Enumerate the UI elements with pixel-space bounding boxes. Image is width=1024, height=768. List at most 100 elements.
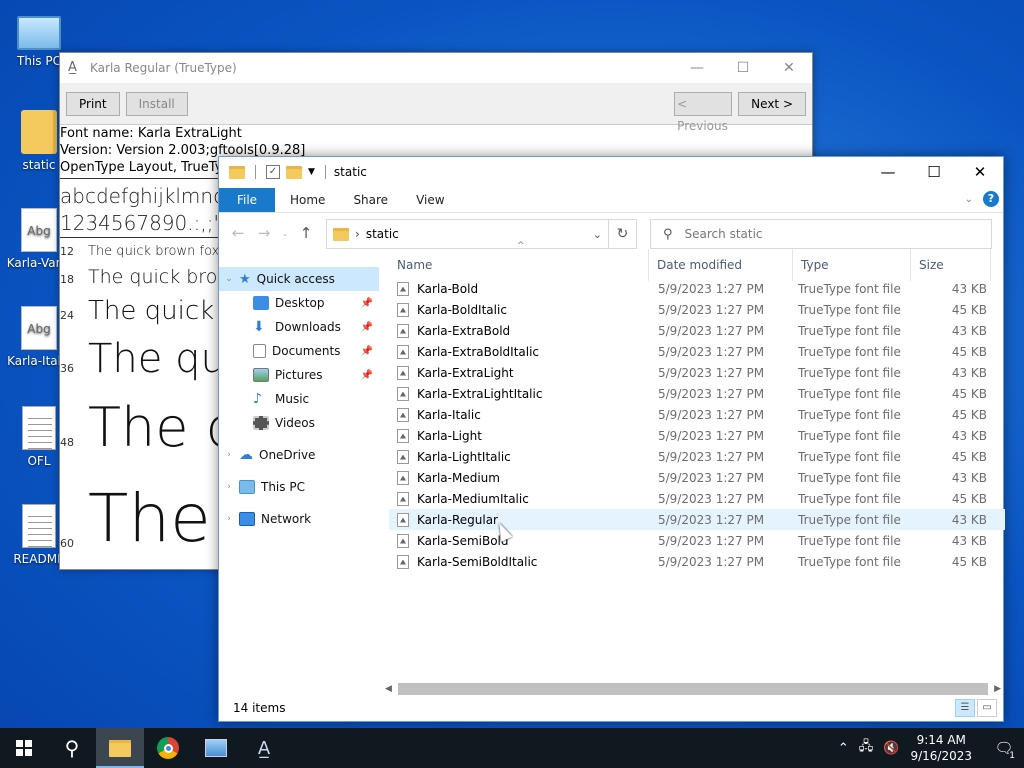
up-button[interactable]: ↑ xyxy=(293,224,319,242)
column-header-name[interactable]: Name xyxy=(389,249,649,281)
chevron-right-icon[interactable]: › xyxy=(219,482,239,492)
file-name-cell[interactable]: Karla-Italic xyxy=(389,407,649,422)
table-row[interactable]: Karla-ExtraLightItalic 5/9/2023 1:27 PM Tr… xyxy=(389,383,1005,404)
maximize-button[interactable]: ☐ xyxy=(911,157,957,187)
tab-share[interactable]: Share xyxy=(353,193,388,207)
taskbar-font-viewer[interactable]: A̲ xyxy=(240,728,288,768)
nav-item-documents[interactable]: Documents 📌 xyxy=(219,339,379,363)
nav-item-downloads[interactable]: ⬇ Downloads 📌 xyxy=(219,315,379,339)
customize-dropdown-icon[interactable]: ▼ xyxy=(308,167,315,177)
maximize-button[interactable]: ☐ xyxy=(720,53,766,83)
details-view-icon[interactable]: ☰ xyxy=(955,699,975,717)
table-row[interactable]: Karla-SemiBold 5/9/2023 1:27 PM TrueType f… xyxy=(389,530,1005,551)
recent-locations-icon[interactable]: ⌄ xyxy=(277,229,293,238)
file-date: 5/9/2023 1:27 PM xyxy=(658,386,765,401)
chevron-right-icon[interactable]: › xyxy=(219,514,239,524)
windows-icon xyxy=(16,740,32,756)
nav-item-desktop[interactable]: Desktop 📌 xyxy=(219,291,379,315)
table-row[interactable]: Karla-Regular 5/9/2023 1:27 PM TrueType fo… xyxy=(389,509,1005,530)
file-name-cell[interactable]: Karla-Regular xyxy=(389,512,649,527)
table-row[interactable]: Karla-Bold 5/9/2023 1:27 PM TrueType font … xyxy=(389,278,1005,299)
notifications-button[interactable]: 🗨 1 xyxy=(984,739,1024,761)
search-button[interactable]: ⚲ xyxy=(48,728,96,768)
title-bar[interactable]: A̲ Karla Regular (TrueType) — ☐ ✕ xyxy=(60,53,812,83)
pin-icon[interactable]: 📌 xyxy=(361,298,373,309)
chevron-right-icon[interactable]: › xyxy=(355,227,360,241)
file-name-cell[interactable]: Karla-ExtraLight xyxy=(389,365,649,380)
file-name-cell[interactable]: Karla-ExtraBold xyxy=(389,323,649,338)
breadcrumb[interactable]: static xyxy=(366,227,399,241)
previous-button[interactable]: < Previous xyxy=(674,92,733,133)
minimize-button[interactable]: — xyxy=(674,53,720,83)
column-header-date[interactable]: Date modified xyxy=(649,249,793,281)
nav-item-quick-access[interactable]: ⌄ ★ Quick access xyxy=(219,267,379,291)
file-name-cell[interactable]: Karla-Medium xyxy=(389,470,649,485)
volume-muted-icon[interactable]: 🔇 xyxy=(883,741,899,756)
chevron-down-icon[interactable]: ⌄ xyxy=(593,228,602,241)
nav-item-videos[interactable]: Videos xyxy=(219,411,379,435)
nav-item-pictures[interactable]: Pictures 📌 xyxy=(219,363,379,387)
title-bar[interactable]: ✓ ▼ static — ☐ ✕ xyxy=(219,157,1003,187)
scrollbar-thumb[interactable] xyxy=(397,683,989,695)
address-bar[interactable]: › static ⌄ xyxy=(326,219,609,249)
chevron-down-icon[interactable]: ⌄ xyxy=(219,274,239,284)
nav-item-music[interactable]: ♪ Music xyxy=(219,387,379,411)
chevron-up-icon[interactable]: ⌃ xyxy=(838,741,849,756)
file-name-cell[interactable]: Karla-MediumItalic xyxy=(389,491,649,506)
new-folder-icon[interactable] xyxy=(286,165,302,179)
network-icon[interactable]: 🖧 xyxy=(859,737,874,759)
properties-icon[interactable]: ✓ xyxy=(266,165,280,179)
table-row[interactable]: Karla-Italic 5/9/2023 1:27 PM TrueType fon… xyxy=(389,404,1005,425)
clock[interactable]: 9:14 AM 9/16/2023 xyxy=(910,732,972,764)
file-name-cell[interactable]: Karla-LightItalic xyxy=(389,449,649,464)
taskbar-control-panel[interactable] xyxy=(192,728,240,768)
file-name-cell[interactable]: Karla-ExtraLightItalic xyxy=(389,386,649,401)
table-row[interactable]: Karla-SemiBoldItalic 5/9/2023 1:27 PM True… xyxy=(389,551,1005,572)
table-row[interactable]: Karla-BoldItalic 5/9/2023 1:27 PM TrueType… xyxy=(389,299,1005,320)
file-name-cell[interactable]: Karla-Light xyxy=(389,428,649,443)
table-row[interactable]: Karla-ExtraBoldItalic 5/9/2023 1:27 PM Tru… xyxy=(389,341,1005,362)
next-button[interactable]: Next > xyxy=(738,92,806,116)
start-button[interactable] xyxy=(0,728,48,768)
scroll-right-icon[interactable]: ▶ xyxy=(994,684,1001,694)
table-row[interactable]: Karla-ExtraLight 5/9/2023 1:27 PM TrueType… xyxy=(389,362,1005,383)
horizontal-scrollbar[interactable]: ◀ ▶ xyxy=(385,682,1001,696)
back-button[interactable]: ← xyxy=(225,224,251,242)
pin-icon[interactable]: 📌 xyxy=(361,346,373,357)
file-name-cell[interactable]: Karla-BoldItalic xyxy=(389,302,649,317)
table-row[interactable]: Karla-Light 5/9/2023 1:27 PM TrueType font… xyxy=(389,425,1005,446)
file-name-cell[interactable]: Karla-SemiBold xyxy=(389,533,649,548)
file-name-cell[interactable]: Karla-ExtraBoldItalic xyxy=(389,344,649,359)
column-header-type[interactable]: Type xyxy=(793,249,911,281)
chevron-right-icon[interactable]: › xyxy=(219,450,239,460)
expand-ribbon-icon[interactable]: ⌄ xyxy=(965,194,973,205)
refresh-button[interactable]: ↻ xyxy=(609,219,637,249)
install-button[interactable]: Install xyxy=(125,91,188,116)
pin-icon[interactable]: 📌 xyxy=(361,322,373,333)
table-row[interactable]: Karla-MediumItalic 5/9/2023 1:27 PM TrueTy… xyxy=(389,488,1005,509)
table-row[interactable]: Karla-LightItalic 5/9/2023 1:27 PM TrueTyp… xyxy=(389,446,1005,467)
pin-icon[interactable]: 📌 xyxy=(361,370,373,381)
forward-button[interactable]: → xyxy=(251,224,277,242)
table-row[interactable]: Karla-ExtraBold 5/9/2023 1:27 PM TrueType … xyxy=(389,320,1005,341)
large-icons-view-icon[interactable]: ▭ xyxy=(977,699,997,717)
print-button[interactable]: Print xyxy=(66,91,120,116)
table-row[interactable]: Karla-Medium 5/9/2023 1:27 PM TrueType fon… xyxy=(389,467,1005,488)
nav-item-this-pc[interactable]: › This PC xyxy=(219,475,379,499)
file-name-cell[interactable]: Karla-Bold xyxy=(389,281,649,296)
tab-file[interactable]: File xyxy=(219,187,275,212)
nav-item-onedrive[interactable]: › ☁ OneDrive xyxy=(219,443,379,467)
column-header-size[interactable]: Size xyxy=(911,249,991,281)
minimize-button[interactable]: — xyxy=(865,157,911,187)
tab-view[interactable]: View xyxy=(416,193,444,207)
search-input[interactable]: ⚲ Search static xyxy=(650,219,992,249)
close-button[interactable]: ✕ xyxy=(766,53,812,83)
taskbar-file-explorer[interactable] xyxy=(96,728,144,768)
taskbar-chrome[interactable] xyxy=(144,728,192,768)
file-name-cell[interactable]: Karla-SemiBoldItalic xyxy=(389,554,649,569)
help-icon[interactable]: ? xyxy=(983,191,999,207)
scroll-left-icon[interactable]: ◀ xyxy=(385,684,392,694)
tab-home[interactable]: Home xyxy=(290,193,325,207)
close-button[interactable]: ✕ xyxy=(957,157,1003,187)
nav-item-network[interactable]: › Network xyxy=(219,507,379,531)
